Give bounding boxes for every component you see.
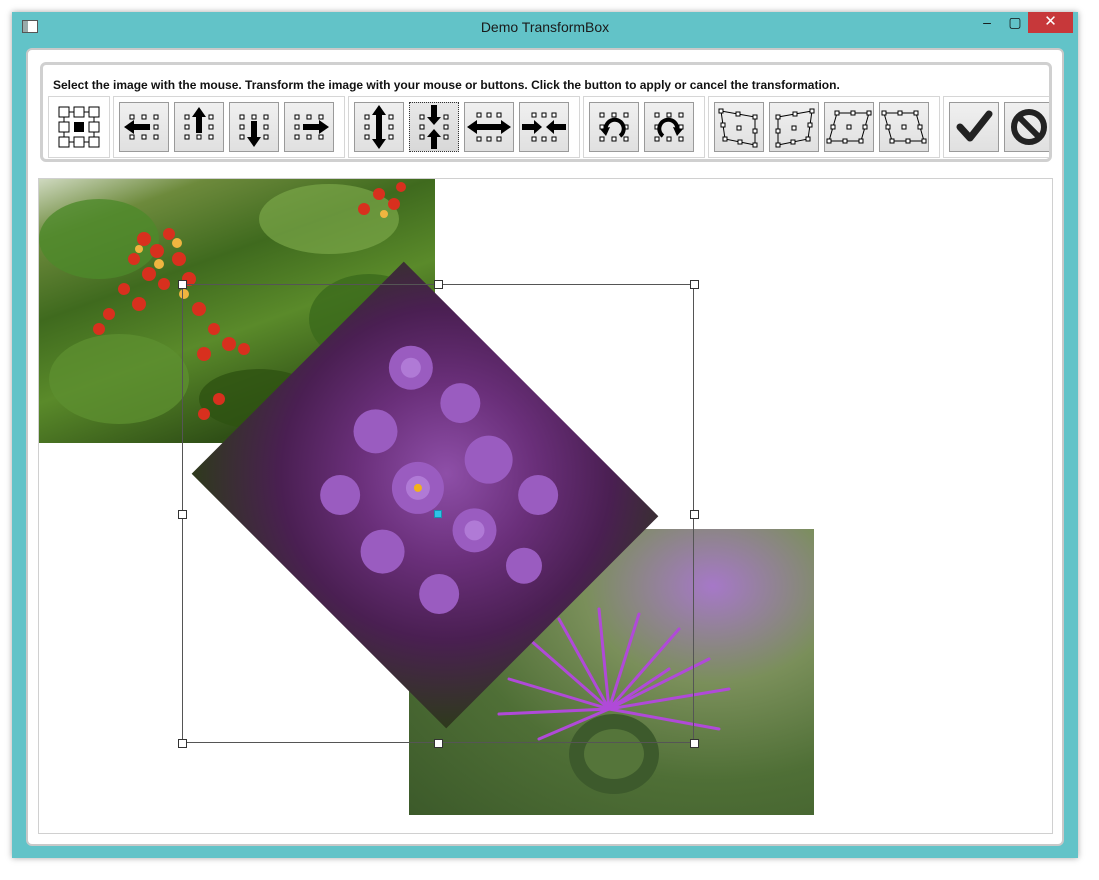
resize-handle-right[interactable] bbox=[690, 510, 699, 519]
skew-bottom-button[interactable] bbox=[879, 102, 929, 152]
maximize-button[interactable]: ▢ bbox=[1002, 12, 1028, 33]
app-window: Demo TransformBox – ▢ ✕ Select the image… bbox=[12, 12, 1078, 858]
shrink-horizontal-button[interactable] bbox=[519, 102, 569, 152]
select-group bbox=[48, 96, 110, 158]
window-title: Demo TransformBox bbox=[480, 19, 610, 35]
apply-button[interactable] bbox=[949, 102, 999, 152]
minimize-button[interactable]: – bbox=[974, 12, 1000, 33]
stretch-vertical-button[interactable] bbox=[354, 102, 404, 152]
resize-handle-bottom[interactable] bbox=[434, 739, 443, 748]
close-button[interactable]: ✕ bbox=[1028, 12, 1073, 33]
select-button[interactable] bbox=[54, 102, 104, 152]
skew-bottom-icon bbox=[881, 110, 927, 144]
title-bar[interactable]: Demo TransformBox – ▢ ✕ bbox=[12, 12, 1078, 42]
cancel-icon bbox=[1011, 109, 1047, 145]
move-right-button[interactable] bbox=[284, 102, 334, 152]
shrink-vertical-button[interactable] bbox=[409, 102, 459, 152]
skew-group bbox=[708, 96, 940, 158]
resize-handle-top[interactable] bbox=[434, 280, 443, 289]
skew-right-button[interactable] bbox=[769, 102, 819, 152]
move-up-button[interactable] bbox=[174, 102, 224, 152]
cancel-button[interactable] bbox=[1004, 102, 1049, 152]
resize-handle-top-right[interactable] bbox=[690, 280, 699, 289]
skew-top-button[interactable] bbox=[824, 102, 874, 152]
move-down-button[interactable] bbox=[229, 102, 279, 152]
resize-handle-top-left[interactable] bbox=[178, 280, 187, 289]
stretch-horizontal-icon bbox=[467, 112, 511, 142]
rotate-right-button[interactable] bbox=[644, 102, 694, 152]
resize-handle-bottom-right[interactable] bbox=[690, 739, 699, 748]
rotation-center-handle[interactable] bbox=[434, 510, 442, 518]
skew-top-icon bbox=[826, 110, 872, 144]
rotate-group bbox=[583, 96, 705, 158]
apply-checkmark-icon bbox=[956, 110, 993, 142]
rotate-left-button[interactable] bbox=[589, 102, 639, 152]
skew-right-icon bbox=[775, 108, 815, 148]
move-left-icon bbox=[124, 114, 159, 140]
client-area: Select the image with the mouse. Transfo… bbox=[26, 48, 1064, 846]
toolbar-panel: Select the image with the mouse. Transfo… bbox=[40, 62, 1052, 162]
stretch-vertical-icon bbox=[364, 105, 394, 149]
skew-left-button[interactable] bbox=[714, 102, 764, 152]
shrink-vertical-icon bbox=[419, 105, 449, 149]
resize-handle-left[interactable] bbox=[178, 510, 187, 519]
apply-cancel-group bbox=[943, 96, 1049, 158]
stretch-horizontal-button[interactable] bbox=[464, 102, 514, 152]
move-group bbox=[113, 96, 345, 158]
image-canvas[interactable] bbox=[38, 178, 1053, 834]
skew-left-icon bbox=[718, 108, 758, 148]
resize-handle-bottom-left[interactable] bbox=[178, 739, 187, 748]
move-left-button[interactable] bbox=[119, 102, 169, 152]
shrink-horizontal-icon bbox=[522, 112, 566, 142]
move-up-icon bbox=[184, 107, 214, 140]
select-box-icon bbox=[58, 106, 100, 148]
rotate-right-icon bbox=[654, 112, 684, 142]
rotate-left-icon bbox=[599, 112, 629, 142]
scale-group bbox=[348, 96, 580, 158]
move-down-icon bbox=[239, 114, 269, 147]
instruction-text: Select the image with the mouse. Transfo… bbox=[53, 78, 840, 92]
move-right-icon bbox=[294, 114, 329, 140]
